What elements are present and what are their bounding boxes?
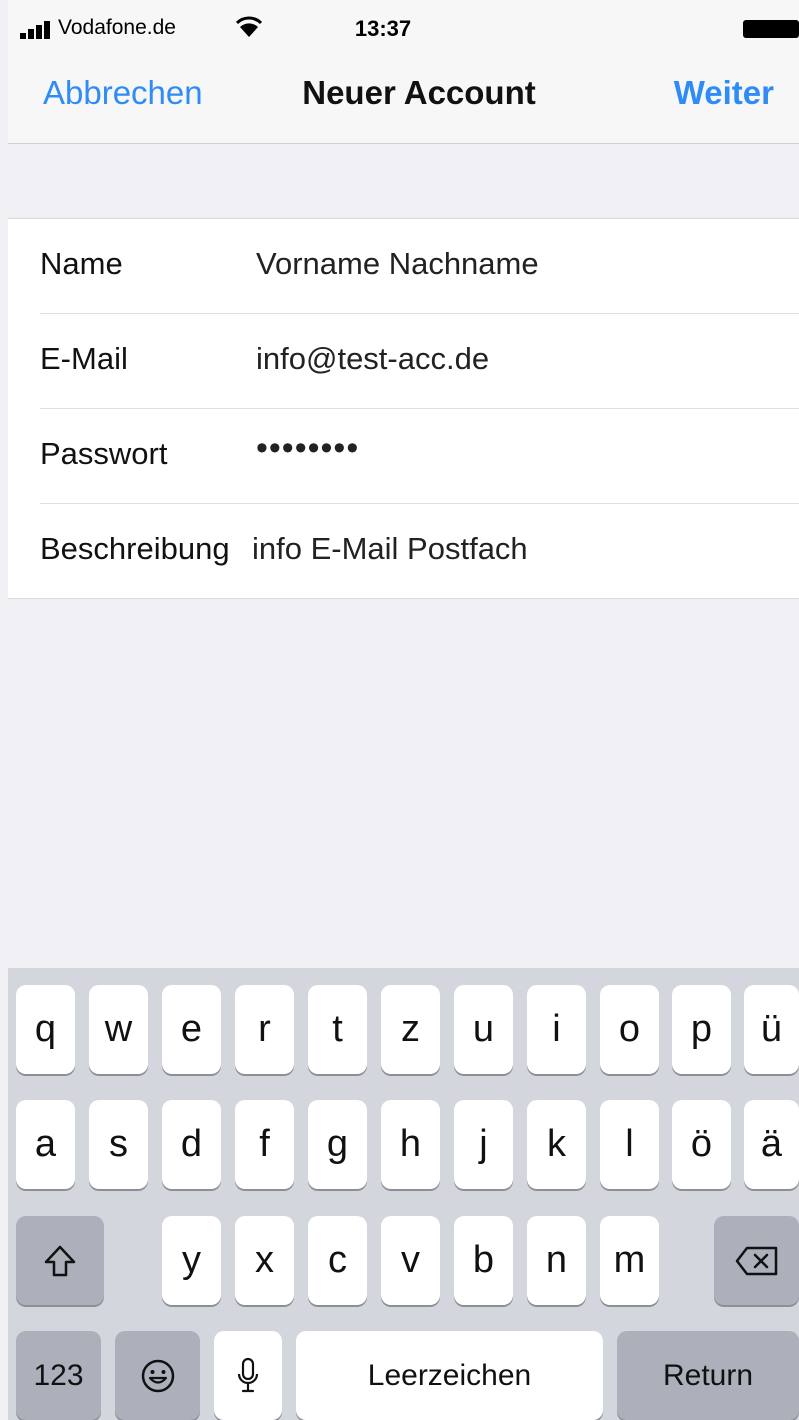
key-z[interactable]: z [381, 985, 440, 1074]
key-g[interactable]: g [308, 1100, 367, 1189]
email-label: E-Mail [40, 341, 128, 376]
microphone-icon [237, 1357, 259, 1392]
key-k[interactable]: k [527, 1100, 586, 1189]
key-j[interactable]: j [454, 1100, 513, 1189]
description-field[interactable]: info E-Mail Postfach [252, 531, 528, 567]
emoji-icon [141, 1359, 174, 1392]
dictation-key[interactable] [214, 1331, 282, 1420]
key-a[interactable]: a [16, 1100, 75, 1189]
key-m[interactable]: m [600, 1216, 659, 1305]
key-i[interactable]: i [527, 985, 586, 1074]
password-label: Passwort [40, 436, 168, 471]
clock: 13:37 [354, 16, 412, 41]
key-ae[interactable]: ä [744, 1100, 799, 1189]
description-row[interactable]: Beschreibung info E-Mail Postfach [40, 504, 799, 599]
battery-icon [743, 20, 799, 38]
key-c[interactable]: c [308, 1216, 367, 1305]
key-f[interactable]: f [235, 1100, 294, 1189]
key-n[interactable]: n [527, 1216, 586, 1305]
key-e[interactable]: e [162, 985, 221, 1074]
email-row[interactable]: E-Mail info@test-acc.de [40, 314, 799, 409]
name-row[interactable]: Name Vorname Nachname [40, 219, 799, 314]
name-label: Name [40, 246, 123, 281]
description-label: Beschreibung [40, 531, 230, 566]
nav-bar: Abbrechen Neuer Account Weiter [8, 60, 799, 130]
key-x[interactable]: x [235, 1216, 294, 1305]
return-key[interactable]: Return [617, 1331, 799, 1420]
key-y[interactable]: y [162, 1216, 221, 1305]
numbers-key[interactable]: 123 [16, 1331, 101, 1420]
key-d[interactable]: d [162, 1100, 221, 1189]
emoji-key[interactable] [115, 1331, 200, 1420]
next-button[interactable]: Weiter [674, 74, 774, 112]
backspace-key[interactable] [714, 1216, 799, 1305]
password-field[interactable]: •••••••• [256, 429, 359, 468]
shift-key[interactable] [16, 1216, 104, 1305]
name-field[interactable]: Vorname Nachname [256, 246, 539, 282]
key-oe[interactable]: ö [672, 1100, 731, 1189]
backspace-icon [735, 1246, 777, 1275]
shift-icon [44, 1245, 76, 1276]
key-o[interactable]: o [600, 985, 659, 1074]
email-field[interactable]: info@test-acc.de [256, 341, 489, 377]
password-row[interactable]: Passwort •••••••• [40, 409, 799, 504]
key-v[interactable]: v [381, 1216, 440, 1305]
key-p[interactable]: p [672, 985, 731, 1074]
space-key[interactable]: Leerzeichen [296, 1331, 603, 1420]
key-ue[interactable]: ü [744, 985, 799, 1074]
key-q[interactable]: q [16, 985, 75, 1074]
key-h[interactable]: h [381, 1100, 440, 1189]
key-s[interactable]: s [89, 1100, 148, 1189]
key-t[interactable]: t [308, 985, 367, 1074]
keyboard: q w e r t z u i o p ü a s d f g h j k l … [8, 968, 799, 1420]
key-l[interactable]: l [600, 1100, 659, 1189]
key-b[interactable]: b [454, 1216, 513, 1305]
key-u[interactable]: u [454, 985, 513, 1074]
navigation-header: Vodafone.de 13:37 Abbrechen Neuer Accoun… [8, 0, 799, 144]
key-r[interactable]: r [235, 985, 294, 1074]
key-w[interactable]: w [89, 985, 148, 1074]
status-bar: Vodafone.de 13:37 [8, 12, 799, 46]
account-form: Name Vorname Nachname E-Mail info@test-a… [8, 218, 799, 599]
